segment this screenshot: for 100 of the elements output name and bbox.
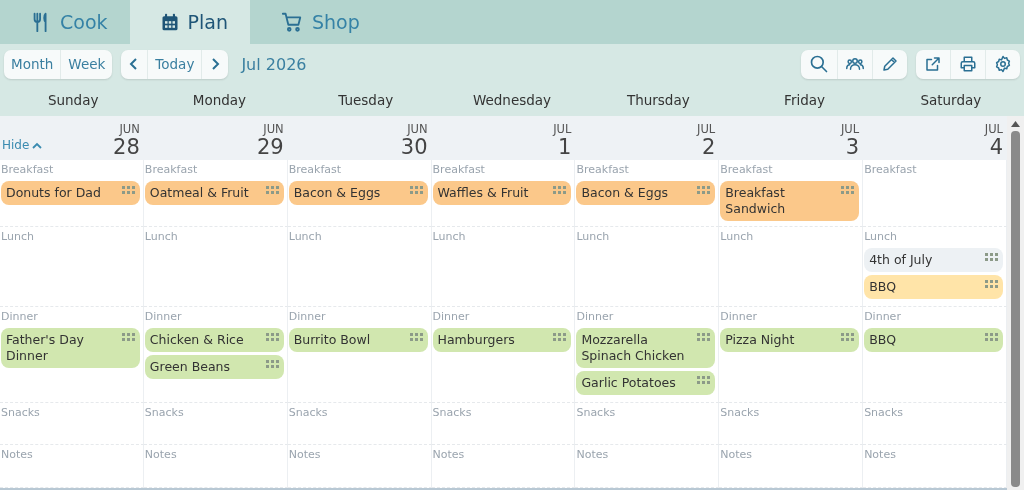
meal-card[interactable]: BBQ bbox=[864, 328, 1003, 352]
meal-label: Lunch bbox=[576, 230, 610, 243]
meal-card[interactable]: Oatmeal & Fruit bbox=[144, 181, 284, 205]
drag-handle-icon[interactable] bbox=[409, 186, 423, 194]
date-number: 28 bbox=[113, 137, 140, 158]
drag-handle-icon[interactable] bbox=[409, 333, 423, 341]
meal-label: Snacks bbox=[288, 406, 328, 419]
meal-label: Snacks bbox=[864, 406, 903, 419]
meal-label: Snacks bbox=[432, 406, 472, 419]
meal-card[interactable]: Bacon & Eggs bbox=[288, 181, 428, 205]
weekday-label: Thursday bbox=[625, 92, 691, 108]
drag-handle-icon[interactable] bbox=[841, 333, 855, 341]
meal-card[interactable]: Waffles & Fruit bbox=[432, 181, 572, 205]
meal-card[interactable]: Mozzarella Spinach Chicken bbox=[576, 328, 716, 368]
people-icon bbox=[846, 55, 864, 73]
meal-card[interactable]: 4th of July bbox=[864, 248, 1003, 272]
month-label: JUL bbox=[697, 123, 716, 135]
date-number: 29 bbox=[256, 137, 284, 158]
scrollbar[interactable] bbox=[1007, 116, 1024, 490]
meal-card[interactable]: Green Beans bbox=[144, 355, 284, 379]
meal-card[interactable]: Father's Day Dinner bbox=[1, 328, 140, 368]
drag-handle-icon[interactable] bbox=[985, 253, 998, 261]
chevron-left-icon bbox=[129, 57, 140, 71]
date-number: 1 bbox=[558, 137, 572, 158]
drag-handle-icon[interactable] bbox=[697, 376, 711, 384]
meal-label: Breakfast bbox=[576, 163, 629, 176]
month-label: JUL bbox=[553, 123, 572, 135]
meal-label: Notes bbox=[1, 448, 33, 461]
meal-label: Dinner bbox=[144, 310, 182, 323]
meal-label: Dinner bbox=[432, 310, 470, 323]
meal-card[interactable]: Garlic Potatoes bbox=[576, 371, 716, 395]
printer-icon bbox=[959, 55, 977, 73]
date-number: 30 bbox=[400, 137, 428, 158]
weekday-label: Monday bbox=[191, 92, 248, 108]
meal-card[interactable]: Pizza Night bbox=[720, 328, 860, 352]
meal-card[interactable]: Bacon & Eggs bbox=[576, 181, 716, 205]
external-link-icon bbox=[924, 55, 942, 73]
meal-label: Breakfast bbox=[144, 163, 198, 176]
meal-card[interactable]: Burrito Bowl bbox=[288, 328, 428, 352]
month-label: JUL bbox=[840, 123, 860, 135]
weekday-label: Sunday bbox=[46, 92, 100, 108]
weekday-label: Friday bbox=[783, 92, 826, 108]
tab[interactable]: Plan bbox=[129, 0, 250, 44]
view-button[interactable]: Week bbox=[61, 49, 113, 79]
meal-label: Notes bbox=[720, 448, 753, 461]
month-label: JUN bbox=[119, 123, 140, 135]
date-number: 2 bbox=[701, 137, 716, 158]
weekday-label: Wednesday bbox=[471, 92, 553, 108]
meal-label: Dinner bbox=[576, 310, 614, 323]
meal-card[interactable]: Chicken & Rice bbox=[144, 328, 284, 352]
date-number: 4 bbox=[989, 137, 1003, 158]
drag-handle-icon[interactable] bbox=[265, 333, 279, 341]
meal-label: Notes bbox=[576, 448, 609, 461]
meal-label: Snacks bbox=[576, 406, 616, 419]
drag-handle-icon[interactable] bbox=[553, 333, 567, 341]
meal-label: Dinner bbox=[1, 310, 38, 323]
weekday-label: Saturday bbox=[919, 92, 983, 108]
meal-label: Breakfast bbox=[720, 163, 773, 176]
meal-label: Snacks bbox=[144, 406, 184, 419]
month-title: Jul 2026 bbox=[241, 54, 307, 74]
month-label: JUN bbox=[263, 123, 284, 135]
scroll-up-icon bbox=[1011, 121, 1020, 127]
drag-handle-icon[interactable] bbox=[985, 333, 998, 341]
meal-label: Notes bbox=[432, 448, 465, 461]
drag-handle-icon[interactable] bbox=[121, 333, 135, 341]
month-label: JUN bbox=[407, 123, 428, 135]
settings-icon bbox=[994, 55, 1012, 73]
meal-label: Lunch bbox=[1, 230, 34, 243]
hide-link[interactable]: Hide bbox=[2, 138, 43, 158]
date-number: 3 bbox=[845, 137, 860, 158]
pencil-icon bbox=[881, 55, 899, 73]
drag-handle-icon[interactable] bbox=[265, 186, 279, 194]
drag-handle-icon[interactable] bbox=[985, 280, 998, 288]
drag-handle-icon[interactable] bbox=[121, 186, 135, 194]
meal-label: Notes bbox=[144, 448, 177, 461]
meal-label: Notes bbox=[864, 448, 896, 461]
meal-card[interactable]: Donuts for Dad bbox=[1, 181, 140, 205]
meal-label: Notes bbox=[288, 448, 321, 461]
drag-handle-icon[interactable] bbox=[697, 333, 711, 341]
meal-label: Breakfast bbox=[1, 163, 54, 176]
chevron-right-icon bbox=[210, 57, 221, 71]
meal-label: Breakfast bbox=[432, 163, 485, 176]
drag-handle-icon[interactable] bbox=[697, 186, 711, 194]
drag-handle-icon[interactable] bbox=[841, 186, 855, 194]
meal-card[interactable]: BBQ bbox=[864, 275, 1003, 299]
search-icon bbox=[809, 54, 829, 74]
meal-card[interactable]: Breakfast Sandwich bbox=[720, 181, 860, 221]
meal-label: Dinner bbox=[288, 310, 326, 323]
drag-handle-icon[interactable] bbox=[553, 186, 567, 194]
meal-label: Snacks bbox=[720, 406, 760, 419]
cart-icon bbox=[279, 11, 304, 33]
meal-label: Breakfast bbox=[288, 163, 342, 176]
meal-label: Dinner bbox=[720, 310, 758, 323]
weekday-label: Tuesday bbox=[337, 92, 395, 108]
meal-label: Lunch bbox=[144, 230, 178, 243]
meal-label: Lunch bbox=[288, 230, 322, 243]
drag-handle-icon[interactable] bbox=[265, 360, 279, 368]
meal-label: Dinner bbox=[864, 310, 901, 323]
view-button[interactable]: Month bbox=[4, 49, 62, 79]
meal-card[interactable]: Hamburgers bbox=[432, 328, 572, 352]
